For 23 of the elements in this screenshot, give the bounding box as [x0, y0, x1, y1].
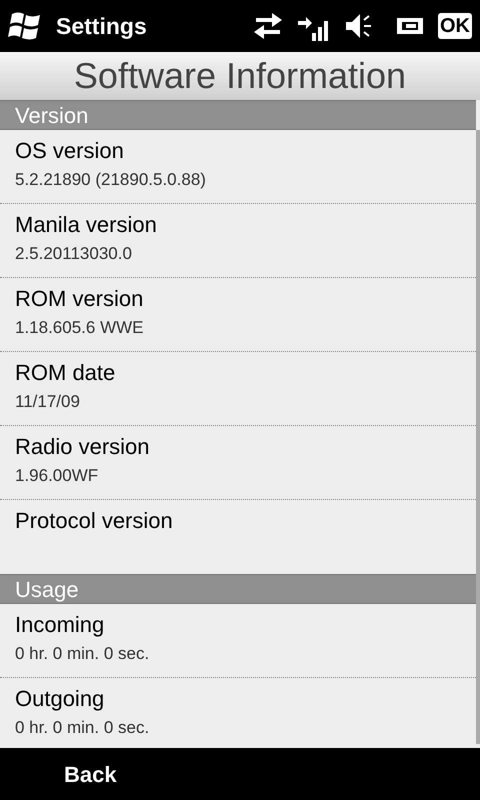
- row-value: 1.18.605.6 WWE: [15, 317, 145, 339]
- page-title: Software Information: [74, 58, 406, 94]
- ok-button[interactable]: OK: [438, 13, 472, 39]
- row-value: 1.96.00WF: [15, 465, 100, 487]
- row-label: Protocol version: [15, 507, 174, 535]
- sync-arrows-icon: [252, 11, 284, 41]
- row-value: 0 hr. 0 min. 0 sec.: [15, 717, 150, 739]
- row-value: 2.5.20113030.0: [15, 243, 133, 265]
- row-label: Incoming: [15, 611, 106, 639]
- row-label: Manila version: [15, 211, 158, 239]
- row-label: Radio version: [15, 433, 151, 461]
- back-button[interactable]: Back: [64, 758, 117, 790]
- row-value: 5.2.21890 (21890.5.0.88): [15, 169, 207, 191]
- section-header: Usage: [0, 574, 476, 604]
- row-value: 0 hr. 0 min. 0 sec.: [15, 643, 150, 665]
- section-header: Version: [0, 100, 476, 130]
- row-label: ROM date: [15, 359, 116, 387]
- app-title: Settings: [56, 12, 147, 41]
- row-label: Outgoing: [15, 685, 106, 713]
- row-label: OS version: [15, 137, 125, 165]
- scrollbar[interactable]: [476, 130, 480, 744]
- row-value: 11/17/09: [15, 391, 81, 413]
- row-label: ROM version: [15, 285, 144, 313]
